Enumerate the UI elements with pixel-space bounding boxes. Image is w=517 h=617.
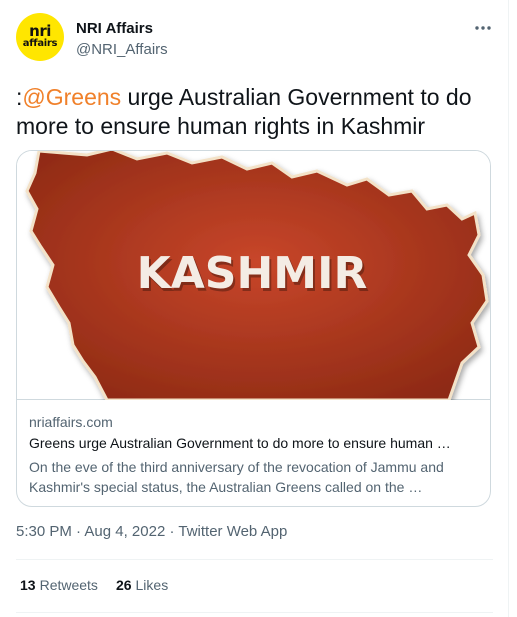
more-dots-icon <box>475 26 491 30</box>
avatar[interactable]: nri affairs <box>16 13 64 61</box>
divider <box>16 559 493 560</box>
likes-count: 26 <box>115 577 132 593</box>
tweet-date[interactable]: Aug 4, 2022 <box>84 523 165 540</box>
meta-separator: · <box>165 523 179 540</box>
avatar-logo-text: nri <box>29 22 51 40</box>
tweet-source-app: Twitter Web App <box>178 523 288 540</box>
kashmir-map-image: KASHMIR KASHMIR <box>25 151 489 400</box>
map-label: KASHMIR <box>137 248 368 299</box>
author-handle[interactable]: @NRI_Affairs <box>76 41 168 58</box>
divider <box>16 612 493 613</box>
tweet-time[interactable]: 5:30 PM <box>16 523 72 540</box>
tweet[interactable]: nri affairs NRI Affairs @NRI_Affairs :@G… <box>0 0 509 617</box>
link-card[interactable]: KASHMIR KASHMIR nriaffairs.com Greens ur… <box>16 150 491 507</box>
card-title: Greens urge Australian Government to do … <box>29 435 451 451</box>
card-image[interactable]: KASHMIR KASHMIR <box>17 151 490 400</box>
engagement-stats: 13 Retweets 26 Likes <box>20 577 168 593</box>
avatar-logo-subtext: affairs <box>22 38 58 49</box>
mention-link[interactable]: @Greens <box>22 84 121 110</box>
retweets-label: Retweets <box>39 577 98 593</box>
likes-label: Likes <box>135 577 169 593</box>
tweet-metadata: 5:30 PM · Aug 4, 2022 · Twitter Web App <box>16 523 287 540</box>
retweets-count: 13 <box>20 577 36 593</box>
more-button[interactable] <box>470 18 496 38</box>
card-description: On the eve of the third anniversary of t… <box>29 459 444 495</box>
tweet-text: :@Greens urge Australian Government to d… <box>16 83 500 141</box>
author-name[interactable]: NRI Affairs <box>76 20 153 37</box>
card-domain: nriaffairs.com <box>29 414 113 430</box>
meta-separator: · <box>71 523 85 540</box>
retweets-stat[interactable]: 13 Retweets <box>20 577 98 593</box>
likes-stat[interactable]: 26 Likes <box>116 577 168 593</box>
